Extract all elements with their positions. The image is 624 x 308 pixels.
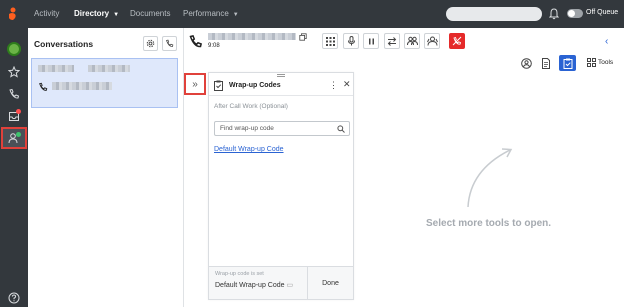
wrapup-search-input[interactable]: Find wrap-up code	[214, 121, 350, 136]
chevron-left-icon[interactable]: ‹	[605, 36, 608, 47]
redacted-caller-number	[208, 33, 296, 40]
genesys-logo-icon	[9, 7, 16, 20]
selected-code-area: Wrap-up code is set Default Wrap-up Code…	[209, 267, 307, 300]
curved-arrow-icon	[467, 148, 513, 208]
wrapup-codes-panel: Wrap-up Codes ⋮ ✕ After Call Work (Optio…	[208, 72, 354, 300]
wrapup-panel-title: Wrap-up Codes	[229, 82, 281, 89]
divider	[209, 95, 353, 96]
tool-wrapup[interactable]	[559, 55, 576, 71]
close-icon[interactable]: ✕	[343, 79, 351, 90]
notification-dot	[16, 109, 21, 114]
sidebar-inbox[interactable]	[4, 106, 24, 126]
document-icon	[542, 57, 550, 69]
sidebar-profile[interactable]	[4, 39, 24, 59]
tool-contact[interactable]	[519, 56, 533, 70]
tool-script[interactable]	[539, 56, 553, 70]
phone-icon	[189, 34, 203, 48]
more-options-icon[interactable]: ⋮	[329, 80, 338, 91]
star-icon	[8, 66, 20, 78]
avatar	[7, 42, 21, 56]
mute-button[interactable]	[343, 33, 359, 49]
call-controls-bar: 9:08 ‹	[185, 28, 624, 56]
nav-directory[interactable]: Directory ▼	[74, 9, 119, 18]
expand-panel-button[interactable]: »	[184, 73, 206, 95]
chevron-down-icon: ▼	[113, 12, 120, 18]
default-wrapup-code-link[interactable]: Default Wrap-up Code	[214, 146, 284, 153]
conversation-card[interactable]	[31, 58, 178, 108]
empty-state-message: Select more tools to open.	[426, 218, 552, 229]
acw-label: After Call Work (Optional)	[214, 103, 288, 110]
gear-icon	[146, 39, 155, 48]
nav-performance-label: Performance	[183, 9, 229, 18]
tools-row: Tools	[185, 55, 624, 72]
sidebar-favorites[interactable]	[4, 62, 24, 82]
sidebar-contacts[interactable]	[1, 127, 27, 149]
conversations-title: Conversations	[34, 39, 94, 49]
grid-icon[interactable]	[587, 58, 596, 67]
nav-documents[interactable]: Documents	[130, 9, 170, 18]
search-icon	[337, 125, 345, 133]
top-bar: Activity Directory ▼ Documents Performanc…	[0, 0, 624, 28]
comment-icon[interactable]: ▭	[286, 282, 293, 289]
selected-code-value: Default Wrap-up Code ▭	[215, 281, 293, 289]
wrapup-footer: Wrap-up code is set Default Wrap-up Code…	[209, 266, 353, 300]
people-icon	[406, 36, 418, 46]
sidebar-calls[interactable]	[4, 84, 24, 104]
copy-icon[interactable]	[299, 33, 307, 41]
transfer-button[interactable]	[384, 33, 400, 49]
chevron-down-icon: ▼	[232, 12, 239, 18]
nav-performance[interactable]: Performance ▼	[183, 9, 239, 18]
global-search-input[interactable]	[446, 7, 542, 21]
pause-icon	[368, 38, 374, 44]
sidebar-help[interactable]	[4, 288, 24, 308]
selected-code-text: Default Wrap-up Code	[215, 282, 285, 289]
dialpad-icon	[325, 36, 335, 46]
end-call-button[interactable]	[449, 33, 465, 49]
phone-icon	[39, 82, 48, 91]
code-set-label: Wrap-up code is set	[215, 271, 264, 277]
double-chevron-right-icon: »	[192, 78, 198, 90]
done-button[interactable]: Done	[307, 267, 353, 300]
conversation-settings-button[interactable]	[143, 36, 158, 51]
agents-icon	[426, 36, 438, 46]
queue-status-label: Off Queue	[586, 9, 619, 16]
drag-handle-icon[interactable]	[277, 74, 285, 77]
search-placeholder: Find wrap-up code	[220, 125, 274, 132]
conversations-panel: Conversations	[28, 28, 184, 307]
redacted-phone-number	[52, 82, 112, 90]
transfer-icon	[387, 36, 397, 46]
hold-button[interactable]	[363, 33, 379, 49]
tools-menu-label[interactable]: Tools	[598, 59, 613, 66]
redacted-contact-detail	[88, 65, 130, 72]
redacted-contact-name	[38, 65, 74, 72]
clipboard-check-icon	[214, 80, 223, 91]
help-icon	[8, 292, 20, 304]
new-call-button[interactable]	[162, 36, 177, 51]
bell-icon[interactable]	[549, 8, 559, 20]
nav-directory-label: Directory	[74, 9, 110, 18]
dialpad-button[interactable]	[322, 33, 338, 49]
user-circle-icon	[520, 57, 532, 69]
status-dot	[16, 132, 21, 137]
consult-button[interactable]	[424, 33, 440, 49]
microphone-icon	[347, 36, 355, 46]
phone-icon	[166, 39, 174, 47]
end-call-icon	[452, 36, 462, 46]
nav-activity[interactable]: Activity	[34, 9, 59, 18]
left-sidebar	[0, 28, 28, 307]
call-duration: 9:08	[208, 43, 220, 49]
secure-pause-button[interactable]	[404, 33, 420, 49]
phone-icon	[9, 88, 20, 99]
clipboard-check-icon	[563, 58, 572, 69]
queue-toggle[interactable]	[567, 9, 583, 18]
